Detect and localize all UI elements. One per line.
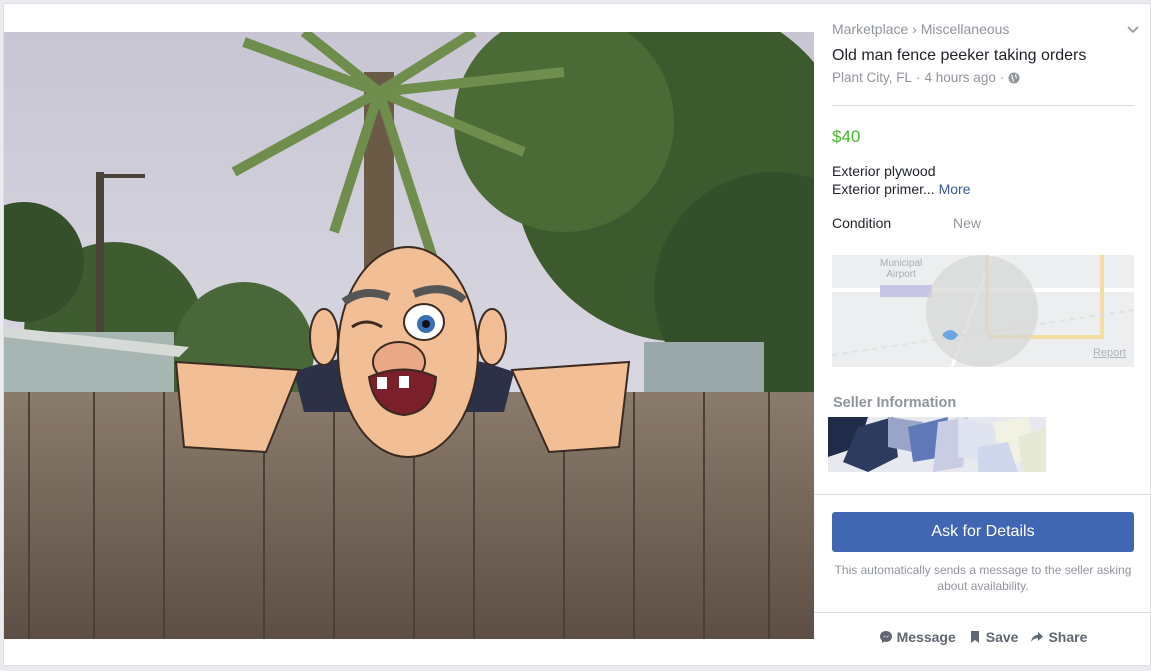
seller-profile-blurred[interactable] (828, 417, 1046, 472)
listing-price: $40 (832, 127, 861, 146)
listing-photo[interactable] (4, 32, 814, 639)
listing-title: Old man fence peeker taking orders (832, 47, 1087, 64)
map-place-label-2: Airport (886, 269, 916, 280)
ask-for-details-button[interactable]: Ask for Details (832, 512, 1134, 552)
map-place-label-1: Municipal (880, 258, 923, 269)
message-button[interactable]: Message (879, 629, 956, 645)
listing-dialog: Marketplace › Miscellaneous Old man fenc… (3, 3, 1151, 666)
share-arrow-icon (1031, 632, 1044, 642)
globe-icon (1008, 72, 1020, 83)
save-label: Save (985, 629, 1019, 645)
messenger-icon (879, 631, 892, 643)
breadcrumb-separator: › (912, 21, 917, 37)
breadcrumb: Marketplace › Miscellaneous (832, 21, 1009, 37)
breadcrumb-marketplace[interactable]: Marketplace (832, 21, 908, 37)
listing-meta: Plant City, FL · 4 hours ago · (832, 70, 1020, 85)
action-bar: Message Save Share (814, 629, 1151, 645)
description-line-2: Exterior primer... More (832, 180, 971, 198)
description-text: Exterior primer... (832, 181, 935, 197)
message-label: Message (896, 629, 956, 645)
share-button[interactable]: Share (1030, 629, 1087, 645)
share-label: Share (1048, 629, 1088, 645)
description-line-1: Exterior plywood (832, 163, 936, 179)
listing-details-panel: Marketplace › Miscellaneous Old man fenc… (814, 4, 1151, 667)
listing-description: Exterior plywood Exterior primer... More (832, 162, 971, 198)
chevron-down-icon[interactable] (1126, 22, 1140, 36)
divider-2 (814, 494, 1151, 495)
fence-peeker-image (4, 32, 814, 639)
meta-dot: · (916, 70, 921, 85)
bookmark-icon (970, 631, 979, 643)
more-link[interactable]: More (939, 181, 971, 197)
helper-text: This automatically sends a message to th… (834, 563, 1132, 593)
save-button[interactable]: Save (968, 629, 1019, 645)
seller-information-heading: Seller Information (833, 395, 957, 411)
divider (832, 105, 1134, 106)
divider-3 (814, 612, 1151, 613)
location-map[interactable]: Municipal Airport Report (832, 255, 1134, 367)
map-report-link[interactable]: Report (1093, 347, 1126, 359)
condition-label: Condition (832, 215, 892, 231)
breadcrumb-miscellaneous[interactable]: Miscellaneous (921, 21, 1010, 37)
map-tiles (832, 255, 1134, 367)
condition-value: New (953, 215, 982, 231)
map-place-label: Municipal Airport (880, 258, 922, 280)
listing-location[interactable]: Plant City, FL (832, 70, 912, 85)
listing-time: 4 hours ago (924, 70, 996, 85)
seller-avatar-mosaic (828, 417, 1046, 472)
meta-dot-2: · (999, 70, 1005, 85)
